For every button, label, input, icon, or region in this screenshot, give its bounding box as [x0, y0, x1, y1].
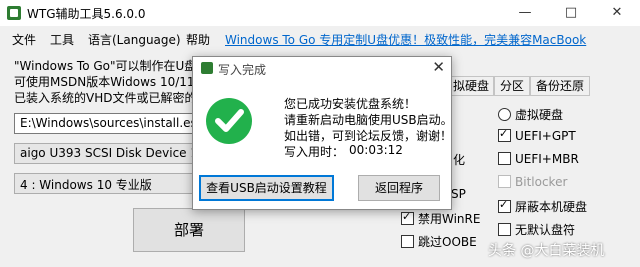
- description-line-1: "Windows To Go"可以制作在U盘上: [14, 59, 209, 73]
- watermark: 头条 @大白菜装机: [488, 243, 605, 259]
- image-path-input[interactable]: E:\Windows\sources\install.esd: [14, 113, 214, 134]
- partial-option-label: SP: [451, 187, 466, 201]
- option-bitlocker: Bitlocker: [498, 175, 567, 189]
- radio-icon: [498, 108, 511, 121]
- option-uefi-gpt[interactable]: UEFI+GPT: [498, 127, 576, 143]
- option-skip-oobe[interactable]: 跳过OOBE: [401, 233, 477, 250]
- write-complete-dialog: 写入完成 ✕ 您已成功安装优盘系统！ 请重新启动电脑使用USB启动。 如出错，可…: [192, 56, 453, 210]
- checkbox-checked-icon: [401, 210, 414, 225]
- dialog-close-button[interactable]: ✕: [432, 58, 445, 76]
- app-icon: [201, 62, 213, 74]
- option-no-default-drive-letter[interactable]: 无默认盘符: [498, 221, 575, 238]
- checkbox-icon: [401, 235, 414, 248]
- disk-select[interactable]: aigo U393 SCSI Disk Device 119.: [14, 143, 214, 164]
- maximize-button[interactable]: □: [548, 0, 594, 26]
- tab-backup-restore[interactable]: 备份还原: [530, 76, 590, 96]
- checkbox-icon: [498, 175, 511, 188]
- checkbox-icon: [498, 152, 511, 165]
- edition-select[interactable]: 4 : Windows 10 专业版: [14, 173, 214, 194]
- checkbox-checked-icon: [498, 127, 511, 142]
- minimize-button[interactable]: —: [502, 0, 548, 26]
- option-disable-winre[interactable]: 禁用WinRE: [401, 210, 480, 227]
- menu-bar: 文件 工具 语言(Language) 帮助 Windows To Go 专用定制…: [0, 26, 640, 50]
- usb-boot-tutorial-button[interactable]: 查看USB启动设置教程: [199, 175, 334, 201]
- tab-virtual-disk[interactable]: 拟硬盘: [448, 76, 494, 96]
- menu-tools[interactable]: 工具: [50, 31, 74, 48]
- deploy-button[interactable]: 部署: [133, 208, 245, 252]
- write-time-value: 00:03:12: [349, 143, 403, 157]
- menu-file[interactable]: 文件: [12, 31, 36, 48]
- dialog-message-line-1: 您已成功安装优盘系统！: [284, 97, 417, 111]
- return-to-app-button[interactable]: 返回程序: [358, 175, 440, 201]
- option-virtual-disk[interactable]: 虚拟硬盘: [498, 106, 563, 123]
- app-icon: [7, 6, 21, 20]
- dialog-title-bar: 写入完成 ✕: [193, 57, 451, 79]
- write-time-label: 写入用时：: [284, 145, 345, 159]
- option-uefi-mbr[interactable]: UEFI+MBR: [498, 152, 579, 166]
- title-bar: WTG辅助工具5.6.0.0 — □ ✕: [0, 0, 640, 26]
- promo-link[interactable]: Windows To Go 专用定制U盘优惠！极致性能，完美兼容MacBook: [225, 31, 586, 48]
- menu-language[interactable]: 语言(Language): [88, 31, 181, 48]
- checkbox-checked-icon: [498, 198, 511, 213]
- dialog-message-line-3: 如出错，可到论坛反馈，谢谢！: [284, 129, 453, 143]
- dialog-message-line-2: 请重新启动电脑使用USB启动。: [284, 113, 453, 127]
- dialog-title: 写入完成: [218, 63, 267, 77]
- description-line-2: 可使用MSDN版本Widows 10/11的: [14, 75, 207, 89]
- partial-option-label: 化: [453, 153, 466, 167]
- success-check-icon: [206, 98, 252, 144]
- close-button[interactable]: ✕: [594, 0, 640, 26]
- option-block-local-disk[interactable]: 屏蔽本机硬盘: [498, 198, 587, 215]
- checkbox-icon: [498, 223, 511, 236]
- description-line-3: 已装入系统的VHD文件或已解密的E: [14, 91, 205, 105]
- window-title: WTG辅助工具5.6.0.0: [27, 7, 146, 21]
- tab-partition[interactable]: 分区: [494, 76, 530, 96]
- menu-help[interactable]: 帮助: [186, 31, 210, 48]
